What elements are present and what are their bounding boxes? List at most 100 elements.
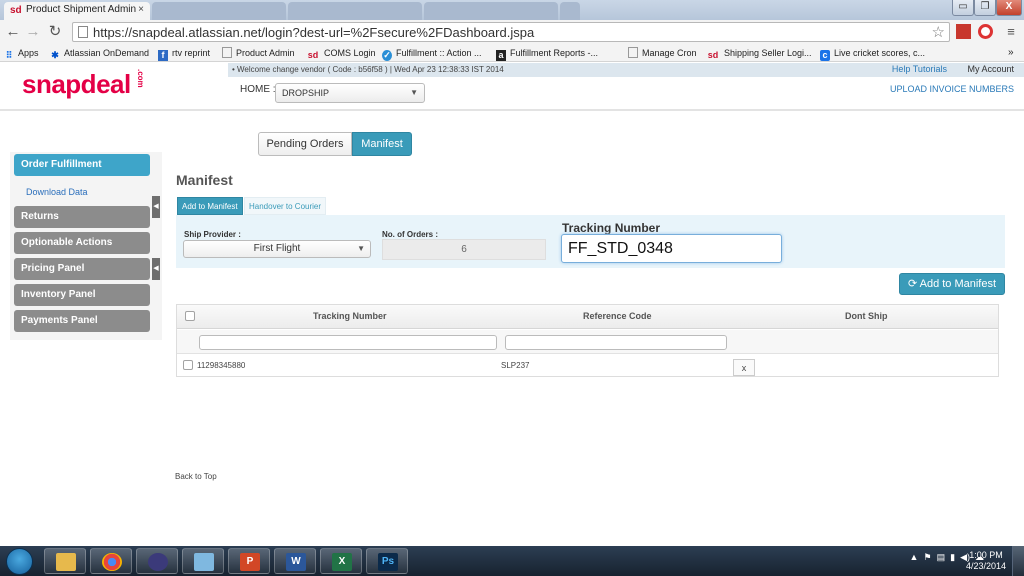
sidebar-item-optionable-actions[interactable]: Optionable Actions xyxy=(14,232,150,254)
bookmark-star-icon[interactable]: ☆ xyxy=(932,23,945,41)
tray-expand-icon[interactable]: ▲ xyxy=(910,552,919,562)
bookmark-rtv-reprint[interactable]: f rtv reprint xyxy=(158,46,210,61)
sd-favicon-icon: sd xyxy=(10,5,22,16)
taskbar-file-explorer[interactable] xyxy=(44,548,86,574)
orders-count-label: No. of Orders : xyxy=(382,230,439,239)
bookmark-live-cricket[interactable]: c Live cricket scores, c... xyxy=(820,46,925,61)
minimize-button[interactable]: ▭ xyxy=(952,0,974,16)
home-link[interactable]: HOME : xyxy=(240,84,276,95)
sidebar-item-payments-panel[interactable]: Payments Panel xyxy=(14,310,150,332)
bookmark-fulfillment-action[interactable]: ✓ Fulfillment :: Action ... xyxy=(382,46,482,61)
sidebar-collapse-icon[interactable]: ◀ xyxy=(152,196,160,218)
tab-pending-orders[interactable]: Pending Orders xyxy=(258,132,352,156)
network-icon[interactable]: ▤ xyxy=(937,552,946,562)
extension-red-icon[interactable] xyxy=(956,24,971,39)
reload-icon[interactable]: ↻ xyxy=(46,23,64,41)
snapdeal-logo[interactable]: snapdeal xyxy=(22,69,131,100)
dont-ship-button[interactable]: x xyxy=(733,359,755,376)
ship-provider-value: First Flight xyxy=(253,243,301,254)
row-checkbox[interactable] xyxy=(183,360,193,370)
page-icon xyxy=(222,47,232,58)
system-clock[interactable]: 1:00 PM 4/23/2014 xyxy=(966,550,1006,572)
forward-arrow-icon[interactable]: → xyxy=(24,23,42,41)
manifest-table: Tracking Number Reference Code Dont Ship… xyxy=(176,304,999,377)
sidebar-item-inventory-panel[interactable]: Inventory Panel xyxy=(14,284,150,306)
taskbar-chrome[interactable] xyxy=(90,548,132,574)
tab-manifest[interactable]: Manifest xyxy=(352,132,412,156)
sidebar-item-order-fulfillment[interactable]: Order Fulfillment xyxy=(14,154,150,176)
extension-opera-icon[interactable] xyxy=(978,24,993,39)
bookmark-coms-login[interactable]: sd COMS Login xyxy=(306,46,376,61)
battery-icon[interactable]: ▮ xyxy=(950,552,955,562)
taskbar-eclipse[interactable] xyxy=(136,548,178,574)
channel-select[interactable]: DROPSHIP ▼ xyxy=(275,83,425,103)
sidebar-item-returns[interactable]: Returns xyxy=(14,206,150,228)
word-icon: W xyxy=(286,553,306,571)
tab-background-3[interactable] xyxy=(424,2,558,20)
bookmarks-overflow[interactable]: » xyxy=(1008,46,1014,60)
bookmark-atlassian[interactable]: ✱ Atlassian OnDemand xyxy=(50,46,149,61)
refresh-icon: ⟳ xyxy=(907,278,918,290)
add-to-manifest-label: Add to Manifest xyxy=(919,278,997,290)
powerpoint-icon: P xyxy=(240,553,260,571)
column-dont-ship[interactable]: Dont Ship xyxy=(845,311,888,321)
bookmark-shipping-seller[interactable]: sd Shipping Seller Logi... xyxy=(706,46,812,61)
bookmark-icon: f xyxy=(158,50,168,61)
subtab-handover-to-courier[interactable]: Handover to Courier xyxy=(244,197,327,215)
select-all-checkbox[interactable] xyxy=(185,311,195,321)
tracking-number-label: Tracking Number xyxy=(562,221,661,235)
row-tracking-number: 11298345880 xyxy=(197,361,246,370)
column-tracking-number[interactable]: Tracking Number xyxy=(313,311,387,321)
chrome-icon xyxy=(102,553,122,571)
atlassian-icon: ✱ xyxy=(51,50,59,60)
sidebar-sub-download-data[interactable]: Download Data xyxy=(26,187,88,197)
clock-date: 4/23/2014 xyxy=(965,561,1006,571)
page-title: Manifest xyxy=(176,172,233,188)
tracking-number-input[interactable]: FF_STD_0348 xyxy=(561,234,782,263)
notepad-icon xyxy=(194,553,214,571)
ship-provider-select[interactable]: First Flight ▼ xyxy=(183,240,371,258)
taskbar-excel[interactable]: X xyxy=(320,548,362,574)
bookmark-product-admin[interactable]: Product Admin xyxy=(222,46,295,60)
sd-icon: sd xyxy=(707,50,719,60)
taskbar-notepad[interactable] xyxy=(182,548,224,574)
chevron-down-icon: ▼ xyxy=(357,244,365,253)
close-window-button[interactable]: X xyxy=(996,0,1022,16)
channel-value: DROPSHIP xyxy=(282,88,330,98)
photoshop-icon: Ps xyxy=(378,553,398,571)
sidebar-collapse-icon-2[interactable]: ◀ xyxy=(152,258,160,280)
flag-icon[interactable]: ⚑ xyxy=(923,552,931,562)
taskbar-powerpoint[interactable]: P xyxy=(228,548,270,574)
column-reference-code[interactable]: Reference Code xyxy=(583,311,652,321)
show-desktop-button[interactable] xyxy=(1012,546,1024,576)
filter-reference-input[interactable] xyxy=(505,335,727,350)
tab-background-1[interactable] xyxy=(152,2,286,20)
filter-tracking-input[interactable] xyxy=(199,335,497,350)
tab-background-2[interactable] xyxy=(288,2,422,20)
help-tutorials-link[interactable]: Help Tutorials xyxy=(892,64,947,74)
my-account-link[interactable]: My Account xyxy=(967,64,1014,74)
bookmark-manage-cron[interactable]: Manage Cron xyxy=(628,46,697,60)
bookmark-fulfillment-reports[interactable]: a Fulfillment Reports -... xyxy=(496,46,598,61)
orders-count-field: 6 xyxy=(382,239,546,260)
add-to-manifest-button[interactable]: ⟳ Add to Manifest xyxy=(899,273,1005,295)
subtab-add-to-manifest[interactable]: Add to Manifest xyxy=(177,197,243,215)
taskbar-word[interactable]: W xyxy=(274,548,316,574)
check-circle-icon: ✓ xyxy=(382,50,392,61)
tab-product-shipment-admin[interactable]: sd Product Shipment Admin × xyxy=(4,2,150,20)
sidebar: Order Fulfillment Download Data Returns … xyxy=(10,152,162,340)
menu-icon[interactable]: ≡ xyxy=(1002,23,1020,41)
restore-button[interactable]: ❐ xyxy=(974,0,996,16)
taskbar-photoshop[interactable]: Ps xyxy=(366,548,408,574)
new-tab-button[interactable] xyxy=(560,2,580,20)
sidebar-item-pricing-panel[interactable]: Pricing Panel xyxy=(14,258,150,280)
back-arrow-icon[interactable]: ← xyxy=(4,23,22,41)
back-to-top-link[interactable]: Back to Top xyxy=(175,472,217,481)
address-bar[interactable]: https://snapdeal.atlassian.net/login?des… xyxy=(72,22,950,42)
browser-toolbar: ← → ↻ https://snapdeal.atlassian.net/log… xyxy=(0,20,1024,44)
welcome-strip: • Welcome change vendor ( Code : b56f58 … xyxy=(228,63,1024,77)
tab-close-icon[interactable]: × xyxy=(138,2,144,18)
start-button[interactable] xyxy=(6,548,33,575)
bookmark-apps[interactable]: ⠿ Apps xyxy=(4,46,39,61)
upload-invoice-link[interactable]: UPLOAD INVOICE NUMBERS xyxy=(890,84,1014,94)
